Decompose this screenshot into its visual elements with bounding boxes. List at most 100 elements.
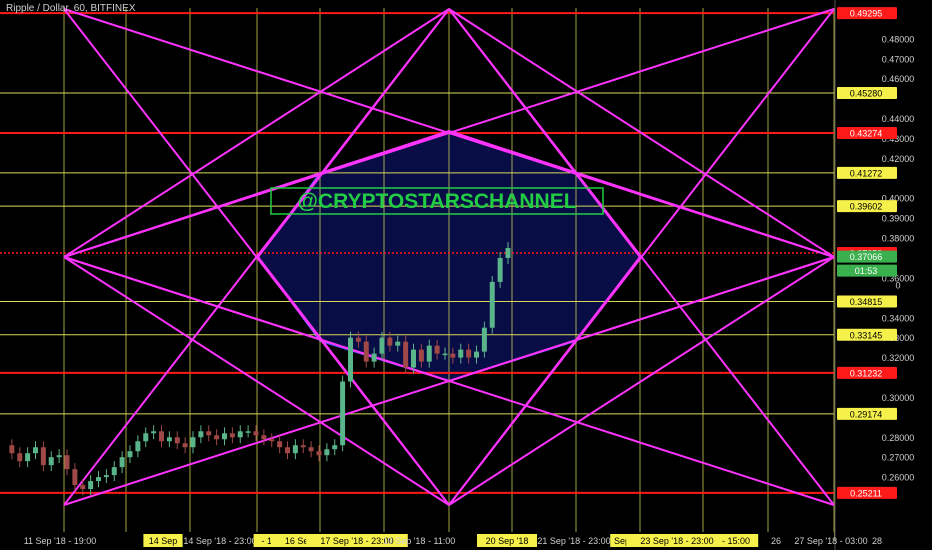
- candle-body-28: [222, 433, 227, 440]
- candle-body-9: [72, 469, 78, 486]
- candle-body-41: [324, 449, 330, 456]
- candle-body-26: [206, 431, 212, 436]
- y-tick-label-1: 0.47000: [882, 54, 915, 64]
- candle-body-54: [426, 345, 432, 362]
- candle-body-64: [505, 248, 511, 258]
- candle-body-23: [182, 443, 188, 448]
- candle-body-7: [56, 455, 62, 458]
- candle-body-1: [9, 445, 15, 454]
- candle-body-58: [458, 349, 464, 358]
- y-tick-label-8: 0.38000: [882, 234, 915, 244]
- candle-body-15: [119, 457, 125, 468]
- candle-body-35: [277, 441, 283, 448]
- candle-body-22: [174, 437, 180, 444]
- current-price-tag-text: 0.37066: [850, 252, 883, 262]
- x-tick-label-0: 11 Sep '18 - 19:00: [24, 536, 97, 546]
- candle-body-61: [481, 327, 487, 352]
- red-level-tag-3-text: 0.31232: [850, 368, 883, 378]
- x-tick-label-1: 14 Sep: [149, 536, 178, 546]
- candle-body-40: [316, 451, 322, 456]
- candle-body-57: [450, 353, 456, 358]
- y-tick-label-2: 0.46000: [882, 74, 915, 84]
- candle-body-18: [143, 433, 149, 442]
- candle-body-16: [127, 451, 133, 458]
- candle-body-11: [88, 481, 94, 490]
- candle-body-34: [269, 439, 275, 442]
- x-tick-label-7: 20 Sep '18: [486, 536, 529, 546]
- chart-title: Ripple / Dollar, 60, BITFINEX: [6, 3, 136, 14]
- y-tick-label-12: 0.32000: [882, 353, 915, 363]
- yellow-level-tag-4-text: 0.33145: [850, 330, 883, 340]
- candle-body-55: [434, 345, 440, 354]
- candle-body-37: [292, 445, 298, 454]
- x-tick-label-10: 23 Sep '18 - 23:00: [640, 536, 713, 546]
- candle-body-20: [159, 431, 164, 442]
- candle-body-10: [80, 485, 86, 490]
- candle-body-25: [198, 431, 204, 438]
- candle-body-44: [348, 337, 353, 382]
- candle-body-4: [33, 447, 38, 454]
- candle-body-38: [300, 445, 306, 448]
- y-tick-label-14: 0.28000: [882, 433, 915, 443]
- candle-body-60: [474, 351, 479, 358]
- candle-body-6: [48, 457, 54, 466]
- candle-body-8: [64, 455, 70, 470]
- candle-body-3: [25, 453, 31, 462]
- candle-body-46: [363, 341, 369, 362]
- candle-body-27: [214, 435, 220, 440]
- x-tick-label-12: 26: [771, 536, 781, 546]
- candle-body-13: [103, 475, 109, 478]
- candle-body-2: [17, 453, 23, 462]
- candle-body-5: [40, 447, 46, 466]
- y-tick-label-7: 0.39000: [882, 214, 915, 224]
- x-tick-label-8: 21 Sep '18 - 23:00: [537, 536, 610, 546]
- candle-body-48: [379, 337, 385, 354]
- candle-body-33: [261, 435, 267, 440]
- candle-body-51: [403, 341, 409, 368]
- x-tick-label-14: 28: [872, 536, 882, 546]
- candle-body-19: [151, 431, 157, 434]
- candle-body-49: [387, 337, 393, 346]
- red-level-tag-0-text: 0.49295: [850, 9, 883, 19]
- red-level-tag-4-text: 0.25211: [850, 488, 882, 498]
- candle-body-12: [96, 477, 101, 482]
- countdown-tag-text: 01:53: [855, 266, 878, 276]
- extra-axis-label: 0: [895, 281, 900, 291]
- yellow-level-tag-2-text: 0.39602: [850, 202, 883, 212]
- watermark-text: @CRYPTOSTARSCHANNEL: [297, 190, 576, 213]
- y-tick-label-0: 0.48000: [882, 34, 915, 44]
- time-axis: 11 Sep '18 - 19:00 14 Sep 14 Sep '18 - 23:…: [0, 532, 882, 550]
- yellow-level-tag-1-text: 0.41272: [850, 168, 883, 178]
- candle-body-39: [308, 447, 314, 452]
- y-tick-label-10: 0.34000: [882, 313, 915, 323]
- y-tick-label-13: 0.30000: [882, 393, 915, 403]
- candle-body-47: [371, 353, 377, 362]
- watermark-box: @CRYPTOSTARSCHANNEL: [270, 187, 604, 215]
- candle-body-53: [418, 349, 424, 362]
- y-tick-label-3: 0.44000: [882, 114, 915, 124]
- y-tick-label-15: 0.27000: [882, 453, 915, 463]
- candle-body-24: [190, 437, 196, 448]
- candle-body-50: [395, 341, 401, 346]
- x-tick-label-2: 14 Sep '18 - 23:00: [183, 536, 256, 546]
- candle-body-30: [237, 431, 243, 438]
- yellow-level-tag-3-text: 0.34815: [850, 297, 883, 307]
- candle-body-21: [166, 437, 172, 442]
- x-tick-label-6: 19 Sep '18 - 11:00: [383, 536, 456, 546]
- yellow-level-tag-5-text: 0.29174: [850, 409, 883, 419]
- x-tick-label-11: - 15:00: [722, 536, 750, 546]
- candle-body-59: [466, 349, 472, 358]
- yellow-level-tag-0-text: 0.45280: [850, 89, 883, 99]
- candle-body-52: [411, 349, 416, 368]
- candle-body-62: [489, 281, 495, 328]
- price-axis: 0.480000.470000.460000.440000.430000.420…: [834, 0, 932, 550]
- chart: 0.480000.470000.460000.440000.430000.420…: [0, 0, 932, 550]
- candle-body-17: [135, 441, 141, 452]
- candle-body-56: [442, 353, 448, 356]
- candle-body-29: [229, 433, 235, 438]
- y-tick-label-16: 0.26000: [882, 473, 915, 483]
- red-level-tag-1-text: 0.43274: [850, 129, 883, 139]
- candle-body-43: [340, 381, 346, 446]
- candle-body-42: [332, 445, 338, 450]
- candle-body-45: [355, 337, 361, 342]
